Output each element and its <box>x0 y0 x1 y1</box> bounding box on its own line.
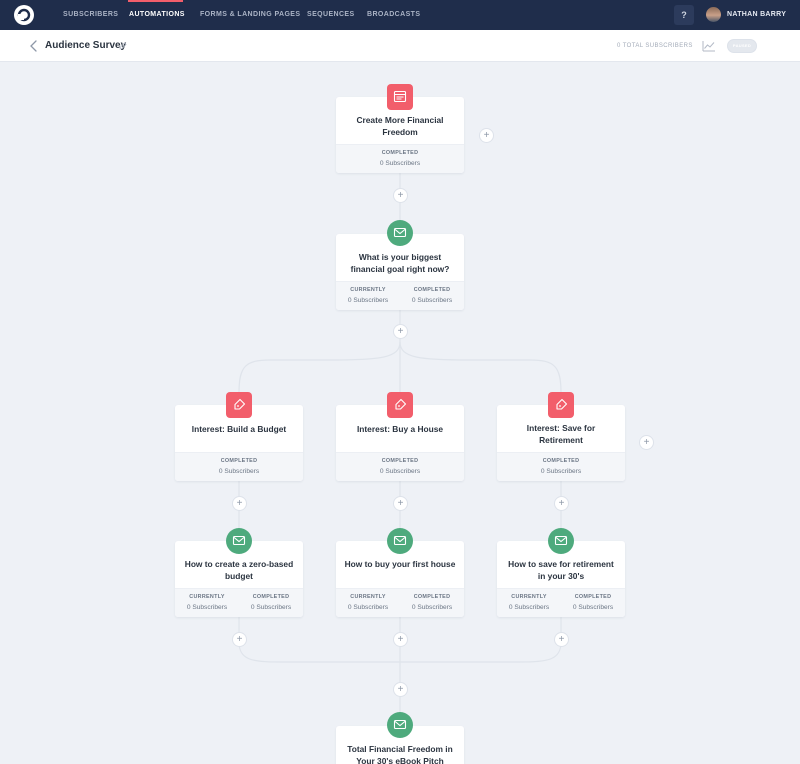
add-step-button[interactable]: + <box>233 633 246 646</box>
card-stats: CURRENTLY 0 Subscribers COMPLETED 0 Subs… <box>336 588 464 617</box>
total-subscribers: 0 TOTAL SUBSCRIBERS <box>617 43 693 49</box>
add-step-button[interactable]: + <box>394 189 407 202</box>
add-step-button[interactable]: + <box>555 633 568 646</box>
card-stats: CURRENTLY 0 Subscribers COMPLETED 0 Subs… <box>336 281 464 310</box>
nav-sequences[interactable]: SEQUENCES <box>307 0 355 30</box>
card-title: How to buy your first house <box>344 559 456 569</box>
stat-currently: CURRENTLY 0 Subscribers <box>497 594 561 611</box>
back-arrow-icon[interactable] <box>28 39 40 53</box>
stat-value: 0 Subscribers <box>379 160 421 167</box>
stat-completed: COMPLETED 0 Subscribers <box>239 594 303 611</box>
reports-chart-icon[interactable] <box>702 40 716 52</box>
stat-completed: COMPLETED 0 Subscribers <box>336 150 464 167</box>
card-title: How to save for retirement in your 30's <box>508 559 614 581</box>
add-step-button[interactable]: + <box>394 633 407 646</box>
automation-status-toggle[interactable]: PAUSED <box>727 39 757 53</box>
avatar[interactable] <box>706 7 721 22</box>
email-icon <box>387 528 413 554</box>
card-stats: COMPLETED 0 Subscribers <box>336 452 464 481</box>
stat-completed: COMPLETED 0 Subscribers <box>497 458 625 475</box>
pencil-icon[interactable] <box>119 42 127 50</box>
card-stats: CURRENTLY 0 Subscribers COMPLETED 0 Subs… <box>175 588 303 617</box>
stat-value: 0 Subscribers <box>250 604 292 611</box>
add-branch-button[interactable]: + <box>640 436 653 449</box>
help-button[interactable]: ? <box>674 5 694 25</box>
add-step-button[interactable]: + <box>233 497 246 510</box>
card-stats: CURRENTLY 0 Subscribers COMPLETED 0 Subs… <box>497 588 625 617</box>
card-stats: COMPLETED 0 Subscribers <box>175 452 303 481</box>
automation-header: Audience Survey 0 TOTAL SUBSCRIBERS PAUS… <box>0 30 800 62</box>
card-stats: COMPLETED 0 Subscribers <box>336 144 464 173</box>
stat-completed: COMPLETED 0 Subscribers <box>400 287 464 304</box>
stat-value: 0 Subscribers <box>508 604 550 611</box>
card-title: Create More Financial Freedom <box>356 115 444 137</box>
stat-currently: CURRENTLY 0 Subscribers <box>336 594 400 611</box>
nav-automations[interactable]: AUTOMATIONS <box>129 0 185 30</box>
toggle-label: PAUSED <box>732 43 752 48</box>
form-icon <box>387 84 413 110</box>
stat-value: 0 Subscribers <box>540 468 582 475</box>
stat-currently: CURRENTLY 0 Subscribers <box>336 287 400 304</box>
card-title: Interest: Save for Retirement <box>526 423 596 445</box>
logo-icon[interactable] <box>14 5 34 25</box>
add-trigger-button[interactable]: + <box>480 129 493 142</box>
tag-icon <box>548 392 574 418</box>
card-title: How to create a zero-based budget <box>184 559 294 581</box>
email-icon <box>387 712 413 738</box>
email-icon <box>548 528 574 554</box>
stat-value: 0 Subscribers <box>411 297 453 304</box>
card-title: Interest: Buy a House <box>356 424 444 434</box>
stat-label: COMPLETED <box>542 458 580 464</box>
email-icon <box>387 220 413 246</box>
card-title: Total Financial Freedom in Your 30's eBo… <box>347 744 453 764</box>
stat-label: CURRENTLY <box>511 594 547 600</box>
top-navigation: SUBSCRIBERS AUTOMATIONS FORMS & LANDING … <box>0 0 800 30</box>
stat-label: CURRENTLY <box>350 287 386 293</box>
stat-value: 0 Subscribers <box>347 297 389 304</box>
nav-forms-landing-pages[interactable]: FORMS & LANDING PAGES <box>200 0 300 30</box>
stat-value: 0 Subscribers <box>218 468 260 475</box>
card-stats: COMPLETED 0 Subscribers <box>497 452 625 481</box>
stat-completed: COMPLETED 0 Subscribers <box>336 458 464 475</box>
card-title: What is your biggest financial goal righ… <box>350 252 450 274</box>
stat-label: COMPLETED <box>413 287 451 293</box>
stat-label: COMPLETED <box>413 594 451 600</box>
stat-currently: CURRENTLY 0 Subscribers <box>175 594 239 611</box>
tag-icon <box>226 392 252 418</box>
stat-value: 0 Subscribers <box>411 604 453 611</box>
stat-completed: COMPLETED 0 Subscribers <box>400 594 464 611</box>
user-name[interactable]: NATHAN BARRY <box>727 0 786 30</box>
stat-value: 0 Subscribers <box>572 604 614 611</box>
stat-completed: COMPLETED 0 Subscribers <box>561 594 625 611</box>
add-step-button[interactable]: + <box>394 325 407 338</box>
card-title: Interest: Build a Budget <box>191 424 287 434</box>
email-icon <box>226 528 252 554</box>
tag-icon <box>387 392 413 418</box>
stat-label: COMPLETED <box>574 594 612 600</box>
stat-label: CURRENTLY <box>189 594 225 600</box>
stat-label: CURRENTLY <box>350 594 386 600</box>
stat-label: COMPLETED <box>252 594 290 600</box>
stat-label: COMPLETED <box>220 458 258 464</box>
nav-subscribers[interactable]: SUBSCRIBERS <box>63 0 118 30</box>
add-step-button[interactable]: + <box>394 497 407 510</box>
stat-completed: COMPLETED 0 Subscribers <box>175 458 303 475</box>
add-step-button[interactable]: + <box>394 683 407 696</box>
stat-label: COMPLETED <box>381 458 419 464</box>
stat-value: 0 Subscribers <box>347 604 389 611</box>
page-title: Audience Survey <box>45 40 127 51</box>
stat-value: 0 Subscribers <box>186 604 228 611</box>
nav-broadcasts[interactable]: BROADCASTS <box>367 0 420 30</box>
stat-value: 0 Subscribers <box>379 468 421 475</box>
add-step-button[interactable]: + <box>555 497 568 510</box>
stat-label: COMPLETED <box>381 150 419 156</box>
